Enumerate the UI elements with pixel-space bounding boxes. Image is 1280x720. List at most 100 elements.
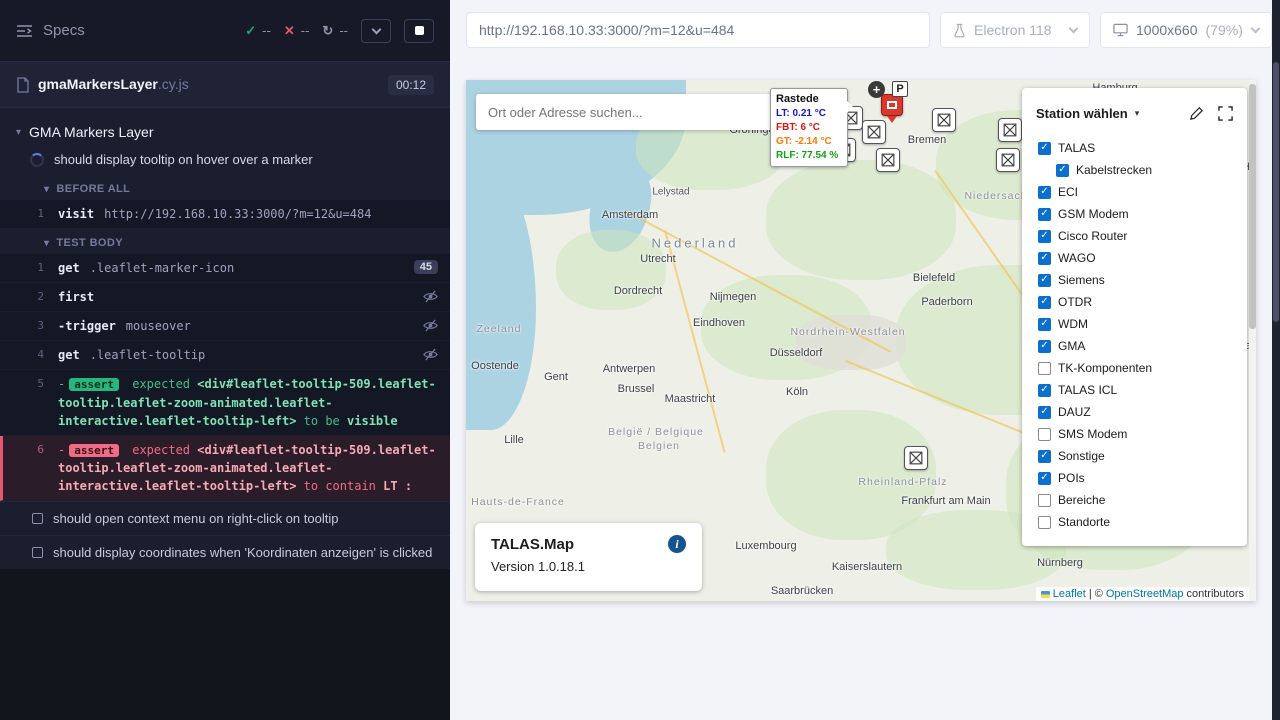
command-get-marker-icon[interactable]: 1 get.leaflet-marker-icon 45 (0, 254, 450, 283)
hook-test-body[interactable]: ▾ TEST BODY (0, 229, 450, 254)
station-marker-icon[interactable] (996, 148, 1020, 172)
station-item-talas-icl[interactable]: ✓TALAS ICL (1022, 379, 1247, 401)
parking-button[interactable]: P (892, 81, 908, 97)
map-label: Frankfurt am Main (901, 495, 990, 507)
checkbox-checked[interactable]: ✓ (1038, 472, 1051, 485)
station-item-label: Siemens (1058, 273, 1105, 287)
checkbox-checked[interactable]: ✓ (1038, 252, 1051, 265)
station-item-eci[interactable]: ✓ECI (1022, 181, 1247, 203)
checkbox-unchecked[interactable] (1038, 428, 1051, 441)
hook-before-all[interactable]: ▾ BEFORE ALL (0, 175, 450, 200)
test-active[interactable]: should display tooltip on hover over a m… (0, 146, 450, 175)
url-input[interactable] (479, 22, 917, 38)
tooltip-line: GT: -2.14 °C (776, 135, 842, 149)
page-scrollbar[interactable] (1272, 0, 1280, 720)
checkbox-checked[interactable]: ✓ (1038, 406, 1051, 419)
map-label: Brussel (618, 383, 655, 395)
station-item-label: GMA (1058, 339, 1085, 353)
station-marker-icon[interactable] (932, 108, 956, 132)
station-marker-icon[interactable] (998, 118, 1022, 142)
station-item-gma[interactable]: ✓ GMA (1022, 335, 1247, 357)
edit-icon[interactable] (1189, 106, 1204, 121)
station-item-tk-komponenten[interactable]: TK-Komponenten (1022, 357, 1247, 379)
station-item-dauz[interactable]: ✓DAUZ (1022, 401, 1247, 423)
stat-passed[interactable]: ✓-- (245, 23, 271, 39)
station-item-talas[interactable]: ✓TALAS (1022, 137, 1247, 159)
checkbox-checked[interactable]: ✓ (1056, 164, 1069, 177)
checkbox-checked[interactable]: ✓ (1038, 296, 1051, 309)
test-queued-coordinates[interactable]: should display coordinates when 'Koordin… (0, 535, 450, 569)
map-scrollbar[interactable] (1249, 80, 1256, 601)
spec-timer: 00:12 (388, 75, 434, 95)
spec-header[interactable]: gmaMarkersLayer.cy.js 00:12 (0, 62, 450, 108)
station-item-bereiche[interactable]: Bereiche (1022, 489, 1247, 511)
reporter-header: Specs ✓-- ✕-- ↻ -- (0, 0, 450, 62)
station-item-standorte[interactable]: Standorte (1022, 511, 1247, 533)
station-item-pois[interactable]: ✓POIs (1022, 467, 1247, 489)
search-input[interactable] (488, 105, 769, 120)
url-bar[interactable] (466, 12, 930, 48)
leaflet-map[interactable]: HamburgBremenNiedersachsenHannoverGronin… (466, 80, 1256, 601)
suite-gma-markers-layer[interactable]: ▾ GMA Markers Layer (0, 116, 450, 146)
test-title: should open context menu on right-click … (53, 511, 338, 526)
checkbox-unchecked[interactable] (1038, 494, 1051, 507)
osm-link[interactable]: OpenStreetMap (1106, 588, 1184, 600)
checkbox-checked[interactable]: ✓ (1038, 142, 1051, 155)
checkbox-checked[interactable]: ✓ (1038, 340, 1051, 353)
expand-icon[interactable] (1218, 106, 1233, 121)
station-select[interactable]: Station wählen (1036, 106, 1128, 121)
checkbox-checked[interactable]: ✓ (1038, 384, 1051, 397)
assert-passed-row[interactable]: 5 -assert expected <div#leaflet-tooltip-… (0, 370, 450, 436)
collapse-button[interactable] (361, 19, 391, 43)
checkbox-checked[interactable]: ✓ (1038, 274, 1051, 287)
station-item-sms-modem[interactable]: SMS Modem (1022, 423, 1247, 445)
station-marker-icon[interactable] (904, 446, 928, 470)
station-item-kabelstrecken[interactable]: ✓Kabelstrecken (1022, 159, 1247, 181)
info-icon[interactable]: i (668, 535, 686, 553)
map-label: België / Belgique (608, 426, 704, 438)
checkbox-checked[interactable]: ✓ (1038, 230, 1051, 243)
command-trigger-mouseover[interactable]: 3 -triggermouseover (0, 312, 450, 341)
map-search[interactable] (476, 94, 781, 130)
checkbox-checked[interactable]: ✓ (1038, 318, 1051, 331)
refresh-icon: ↻ (322, 23, 333, 39)
station-item-label: Standorte (1058, 515, 1110, 529)
command-visit[interactable]: 1 visithttp://192.168.10.33:3000/?m=12&u… (0, 200, 450, 229)
assert-failed-row[interactable]: 6 -assert expected <div#leaflet-tooltip-… (0, 436, 450, 502)
station-item-sonstige[interactable]: ✓Sonstige (1022, 445, 1247, 467)
marker-tooltip[interactable]: Rastede LT: 0.21 °CFBT: 6 °CGT: -2.14 °C… (770, 88, 848, 167)
specs-menu-button[interactable]: Specs (16, 22, 85, 39)
stat-pending[interactable]: ↻ -- (322, 23, 348, 39)
checkbox-checked[interactable]: ✓ (1038, 450, 1051, 463)
checkbox-unchecked[interactable] (1038, 362, 1051, 375)
checkbox-checked[interactable]: ✓ (1038, 186, 1051, 199)
stop-button[interactable] (404, 19, 434, 43)
station-item-cisco-router[interactable]: ✓Cisco Router (1022, 225, 1247, 247)
station-item-wago[interactable]: ✓WAGO (1022, 247, 1247, 269)
stat-failed[interactable]: ✕-- (284, 23, 310, 39)
station-item-wdm[interactable]: ✓WDM (1022, 313, 1247, 335)
tooltip-line: FBT: 6 °C (776, 121, 842, 135)
command-first[interactable]: 2 first (0, 283, 450, 312)
add-button[interactable]: + (868, 81, 885, 98)
station-item-gsm-modem[interactable]: ✓GSM Modem (1022, 203, 1247, 225)
command-get-tooltip[interactable]: 4 get.leaflet-tooltip (0, 341, 450, 370)
map-label: Maastricht (665, 393, 716, 405)
checkbox-checked[interactable]: ✓ (1038, 208, 1051, 221)
viewport-select[interactable]: 1000x660 (79%) (1100, 12, 1272, 48)
caret-down-icon: ▾ (44, 238, 49, 249)
browser-select[interactable]: Electron 118 (940, 12, 1090, 48)
checkbox-unchecked[interactable] (1038, 516, 1051, 529)
station-item-otdr[interactable]: ✓OTDR (1022, 291, 1247, 313)
red-pin-marker[interactable] (881, 94, 903, 124)
station-marker-icon[interactable] (876, 148, 900, 172)
test-queued-context-menu[interactable]: should open context menu on right-click … (0, 501, 450, 535)
command-number: 1 (0, 259, 58, 277)
aut-panel: Electron 118 1000x660 (79%) Ha (450, 0, 1280, 720)
station-item-siemens[interactable]: ✓ Siemens (1022, 269, 1247, 291)
scrollbar-thumb[interactable] (1249, 84, 1256, 329)
scrollbar-thumb[interactable] (1273, 62, 1279, 322)
pending-count: -- (339, 23, 348, 38)
leaflet-link[interactable]: Leaflet (1053, 588, 1086, 600)
viewport-size: 1000x660 (1136, 22, 1198, 38)
